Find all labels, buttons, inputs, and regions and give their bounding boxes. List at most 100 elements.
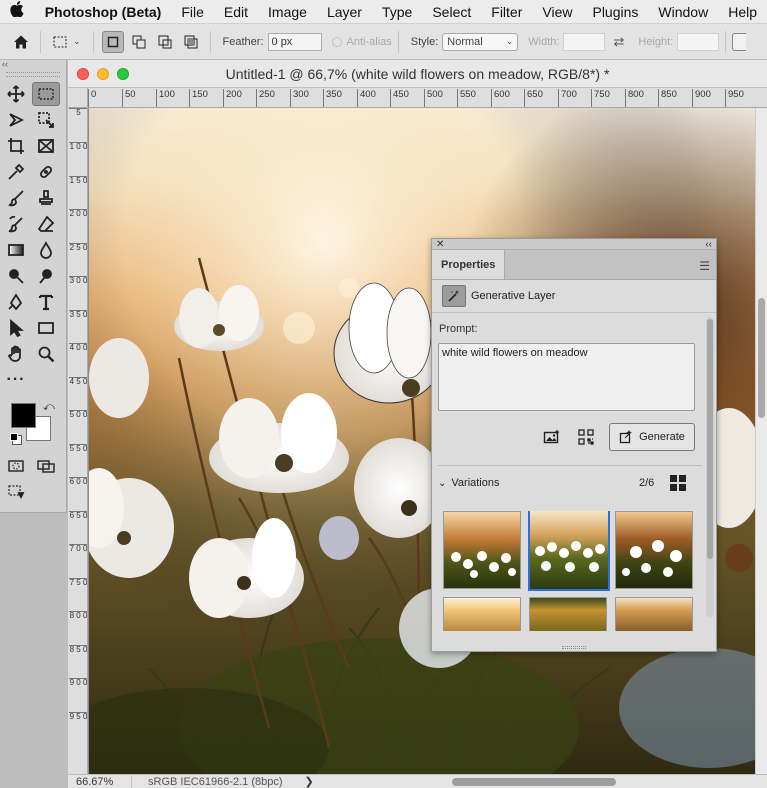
horizontal-scroll-thumb[interactable] <box>452 778 616 786</box>
burn-tool-icon[interactable] <box>32 264 60 288</box>
vertical-scrollbar[interactable] <box>755 108 767 774</box>
panel-resize-grip[interactable] <box>562 646 586 649</box>
menu-type[interactable]: Type <box>372 4 422 20</box>
panel-scroll-thumb[interactable] <box>707 319 713 559</box>
marquee-preset-icon[interactable] <box>49 31 71 53</box>
width-input[interactable] <box>563 32 606 51</box>
prompt-input[interactable]: white wild flowers on meadow <box>438 343 695 411</box>
status-menu-arrow-icon[interactable]: ❯ <box>305 775 314 788</box>
intersect-selection-icon[interactable] <box>180 31 202 53</box>
dodge-tool-icon[interactable] <box>2 264 30 288</box>
lasso-tool-icon[interactable] <box>2 108 30 132</box>
vertical-ruler[interactable]: 5 1 0 0 1 5 0 2 0 0 2 5 0 3 0 0 3 5 0 4 … <box>68 108 88 774</box>
blur-tool-icon[interactable] <box>32 238 60 262</box>
collapse-panel-icon[interactable]: ‹‹ <box>0 60 66 70</box>
swap-width-height-icon[interactable]: ⇄ <box>613 34 624 50</box>
eyedropper-tool-icon[interactable] <box>2 160 30 184</box>
generation-settings-icon[interactable] <box>573 425 599 449</box>
menu-select[interactable]: Select <box>422 4 481 20</box>
apple-menu-icon[interactable] <box>0 1 35 22</box>
edit-toolbar-icon[interactable] <box>2 480 30 504</box>
select-and-mask-button[interactable] <box>732 32 747 51</box>
height-input[interactable] <box>677 32 720 51</box>
type-tool-icon[interactable] <box>32 290 60 314</box>
panel-menu-icon[interactable]: ☰ <box>699 259 710 273</box>
collapse-panel-icon[interactable]: ‹‹ <box>705 239 712 250</box>
panel-grip[interactable] <box>6 72 60 77</box>
swap-colors-icon[interactable]: ⤺ <box>43 401 55 414</box>
history-brush-tool-icon[interactable] <box>2 212 30 236</box>
frame-tool-icon[interactable] <box>32 134 60 158</box>
variation-thumbnail-2[interactable] <box>528 511 610 591</box>
panel-scrollbar[interactable] <box>706 317 714 617</box>
horizontal-ruler[interactable]: 0 50 100 150 200 250 300 350 400 450 500… <box>88 88 767 108</box>
reference-image-icon[interactable] <box>539 425 565 449</box>
menu-plugins[interactable]: Plugins <box>582 4 648 20</box>
spot-healing-brush-tool-icon[interactable] <box>32 160 60 184</box>
ruler-tick: 9 0 0 <box>69 678 88 687</box>
hand-tool-icon[interactable] <box>2 342 30 366</box>
object-selection-tool-icon[interactable] <box>32 108 60 132</box>
foreground-color-swatch[interactable] <box>11 403 36 428</box>
menu-file[interactable]: File <box>171 4 214 20</box>
screen-mode-icon[interactable] <box>32 454 60 478</box>
menu-app-name[interactable]: Photoshop (Beta) <box>35 4 172 20</box>
move-tool-icon[interactable] <box>2 82 30 106</box>
path-selection-tool-icon[interactable] <box>2 316 30 340</box>
close-window-button[interactable] <box>77 67 89 80</box>
new-selection-icon[interactable] <box>101 30 124 53</box>
ruler-tick: 6 0 0 <box>69 477 88 486</box>
eraser-tool-icon[interactable] <box>32 212 60 236</box>
menu-view[interactable]: View <box>532 4 582 20</box>
chevron-down-icon[interactable]: ⌄ <box>73 36 81 47</box>
home-icon[interactable] <box>10 31 32 53</box>
variations-label: Variations <box>451 477 500 489</box>
clone-stamp-tool-icon[interactable] <box>32 186 60 210</box>
ruler-tick: 900 <box>692 89 711 107</box>
generate-button[interactable]: Generate <box>609 423 695 451</box>
menu-window[interactable]: Window <box>648 4 718 20</box>
minimize-window-button[interactable] <box>97 67 109 80</box>
menu-image[interactable]: Image <box>258 4 317 20</box>
menu-help[interactable]: Help <box>718 4 767 20</box>
rectangular-marquee-tool-icon[interactable] <box>32 82 60 106</box>
crop-tool-icon[interactable] <box>2 134 30 158</box>
color-profile: sRGB IEC61966-2.1 (8bpc) <box>148 775 283 788</box>
ruler-tick: 350 <box>323 89 342 107</box>
gradient-tool-icon[interactable] <box>2 238 30 262</box>
grid-view-icon[interactable] <box>670 475 686 491</box>
variation-thumbnail-5[interactable] <box>529 597 607 631</box>
brush-tool-icon[interactable] <box>2 186 30 210</box>
zoom-tool-icon[interactable] <box>32 342 60 366</box>
close-panel-icon[interactable]: ✕ <box>436 239 444 250</box>
prompt-label: Prompt: <box>439 323 478 335</box>
zoom-level[interactable]: 66.67% <box>68 775 132 788</box>
variation-thumbnail-6[interactable] <box>615 597 693 631</box>
variation-thumbnail-4[interactable] <box>443 597 521 631</box>
tab-properties[interactable]: Properties <box>432 250 506 279</box>
antialias-checkbox[interactable]: Anti-alias <box>331 36 392 48</box>
menu-filter[interactable]: Filter <box>481 4 532 20</box>
style-value: Normal <box>447 35 483 48</box>
menu-edit[interactable]: Edit <box>214 4 258 20</box>
variation-thumbnail-1[interactable] <box>443 511 521 589</box>
feather-input[interactable]: 0 px <box>267 32 322 51</box>
subtract-from-selection-icon[interactable] <box>154 31 176 53</box>
add-to-selection-icon[interactable] <box>128 31 150 53</box>
document-title-bar[interactable]: Untitled-1 @ 66,7% (white wild flowers o… <box>68 60 767 88</box>
pen-tool-icon[interactable] <box>2 290 30 314</box>
menu-layer[interactable]: Layer <box>317 4 372 20</box>
more-tools-icon[interactable]: ··· <box>2 368 30 392</box>
ruler-tick: 3 5 0 <box>69 310 88 319</box>
variation-thumbnail-3[interactable] <box>615 511 693 589</box>
quick-mask-icon[interactable] <box>2 454 30 478</box>
ruler-tick: 4 0 0 <box>69 343 88 352</box>
default-colors-icon[interactable] <box>10 433 18 441</box>
zoom-window-button[interactable] <box>117 67 129 80</box>
style-select[interactable]: Normal ⌄ <box>442 32 519 51</box>
vertical-scroll-thumb[interactable] <box>758 298 765 418</box>
rectangle-tool-icon[interactable] <box>32 316 60 340</box>
ruler-origin[interactable] <box>68 88 88 108</box>
variations-header[interactable]: ⌄ Variations <box>438 477 500 489</box>
ruler-tick: 5 <box>69 108 87 117</box>
